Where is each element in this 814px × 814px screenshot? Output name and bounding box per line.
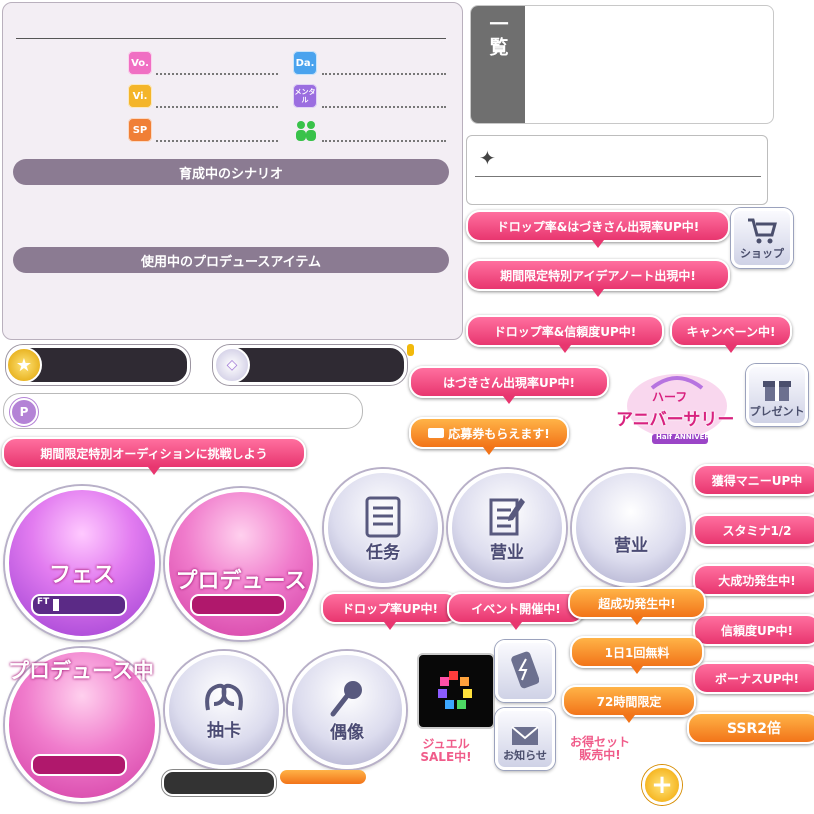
present-button[interactable]: プレゼント: [746, 364, 808, 426]
fes-gauge-label: FT: [37, 597, 50, 607]
panel-divider: [16, 38, 446, 39]
great-success-tag: 大成功発生中!: [693, 564, 814, 596]
produce-point-icon: P: [10, 398, 38, 426]
logo-line1: ハーフ: [652, 390, 688, 404]
producing-gauge: [31, 754, 127, 776]
trust-up-tag: 信頼度UP中!: [693, 614, 814, 646]
shop-button-label: ショップ: [740, 247, 784, 260]
half-anniversary-logo: ハーフ アニバーサリー Half ANNIVERSARY: [612, 368, 742, 448]
dance-stat-line: [322, 73, 446, 75]
mental-stat-line: [322, 106, 446, 108]
drop-trust-tag: ドロップ率&信頼度UP中!: [466, 315, 664, 353]
list-panel[interactable]: 一覧: [470, 5, 774, 124]
gacha-button-label: 抽卡: [207, 720, 241, 741]
shop-button[interactable]: ショップ: [731, 208, 793, 268]
money-coin-icon: ★: [6, 347, 42, 383]
idol-gauge: [280, 770, 366, 784]
mission-button[interactable]: 任务: [324, 469, 442, 587]
mental-stat-icon: メンタル: [293, 84, 317, 108]
producing-label: プロデュース中: [8, 659, 154, 683]
dance-stat-icon: Da.: [293, 51, 317, 75]
info-divider: [475, 176, 761, 177]
bonus-up-tag: ボーナスUP中!: [693, 662, 814, 694]
gift-icon: [763, 381, 791, 401]
ticket-tag: 応募券もらえます!: [409, 417, 569, 455]
document-pen-icon: [489, 497, 525, 535]
logo-line2: アニバーサリー: [616, 410, 735, 430]
daily-free-tag: 1日1回無料: [570, 636, 704, 674]
bargain-set-label: お得セット 販売中!: [569, 735, 630, 762]
drop-hazuki-tag: ドロップ率&はづきさん出現率UP中!: [466, 210, 730, 248]
news-button[interactable]: お知らせ: [495, 708, 555, 770]
vocal-stat-icon: Vo.: [128, 51, 152, 75]
super-success-tag: 超成功発生中!: [568, 587, 706, 625]
sp-stat-line: [156, 140, 278, 142]
audition-tag: 期間限定特別オーディションに挑戦しよう: [2, 437, 306, 475]
business-button-2[interactable]: 营业: [572, 469, 690, 587]
jewel-sale-label: ジュエル SALE中!: [420, 737, 472, 764]
logo-line3: Half ANNIVERSARY: [656, 433, 731, 441]
produce-point-bar: [3, 393, 363, 429]
fes-button[interactable]: フェス: [5, 486, 159, 640]
fes-gauge-fill: [53, 599, 59, 611]
ticket-tag-label: 応募券もらえます!: [448, 426, 550, 441]
clipboard-icon: [365, 496, 401, 537]
limited72-tag: 72時間限定: [562, 685, 696, 723]
business-button-1[interactable]: 营业: [448, 469, 566, 587]
fes-button-label: フェス: [48, 563, 115, 588]
sp-stat-icon: SP: [128, 118, 152, 142]
produce-button-label: プロデュース: [175, 569, 307, 594]
jewel-indicator: [407, 344, 414, 356]
list-tab[interactable]: 一覧: [471, 6, 525, 123]
sparkle-icon: ✦: [479, 146, 496, 170]
gacha-button[interactable]: 抽卡: [165, 651, 283, 769]
campaign-tag: キャンペーン中!: [670, 315, 792, 353]
produce-item-header: 使用中のプロデュースアイテム: [13, 247, 449, 273]
ticket-icon: [428, 428, 445, 438]
ssr2-tag: SSR2倍: [687, 712, 814, 744]
produce-button[interactable]: プロデュース: [165, 488, 317, 640]
idol-button[interactable]: 偶像: [288, 651, 406, 769]
visual-stat-icon: Vi.: [128, 84, 152, 108]
business-button-1-label: 营业: [490, 542, 524, 563]
scenario-header: 育成中のシナリオ: [13, 159, 449, 185]
idol-button-label: 偶像: [330, 722, 364, 743]
mission-button-label: 任务: [366, 542, 400, 563]
energy-drink-icon: [511, 651, 539, 689]
jewel-icon: ◇: [214, 347, 250, 383]
envelope-icon: [511, 726, 539, 745]
event-tag: イベント開催中!: [447, 592, 585, 630]
drink-button[interactable]: [495, 640, 555, 702]
business-button-2-label: 营业: [614, 535, 648, 556]
fes-gauge: FT: [31, 594, 127, 616]
vocal-stat-line: [156, 73, 278, 75]
produce-gauge: [190, 594, 286, 616]
gacha-gauge: [162, 770, 276, 796]
cart-icon: [748, 218, 777, 244]
money-up-tag: 獲得マニーUP中: [693, 464, 814, 496]
swan-icon: [205, 683, 243, 710]
hazuki-rate-tag: はづきさん出現率UP中!: [409, 366, 609, 404]
microphone-icon: [330, 680, 362, 716]
news-button-label: お知らせ: [503, 749, 547, 762]
drop-up-tag: ドロップ率UP中!: [321, 592, 459, 630]
jewel-ring-icon: [438, 671, 472, 709]
jewel-sale-button[interactable]: [417, 653, 495, 729]
stamina-tag: スタミナ1/2: [693, 514, 814, 546]
info-panel: ✦: [466, 135, 768, 205]
add-plus-icon[interactable]: +: [642, 765, 682, 805]
present-button-label: プレゼント: [749, 405, 805, 418]
idea-note-tag: 期間限定特別アイデアノート出現中!: [466, 259, 730, 297]
visual-stat-line: [156, 106, 278, 108]
fans-stat-icon: [293, 118, 319, 142]
fans-stat-line: [322, 140, 446, 142]
